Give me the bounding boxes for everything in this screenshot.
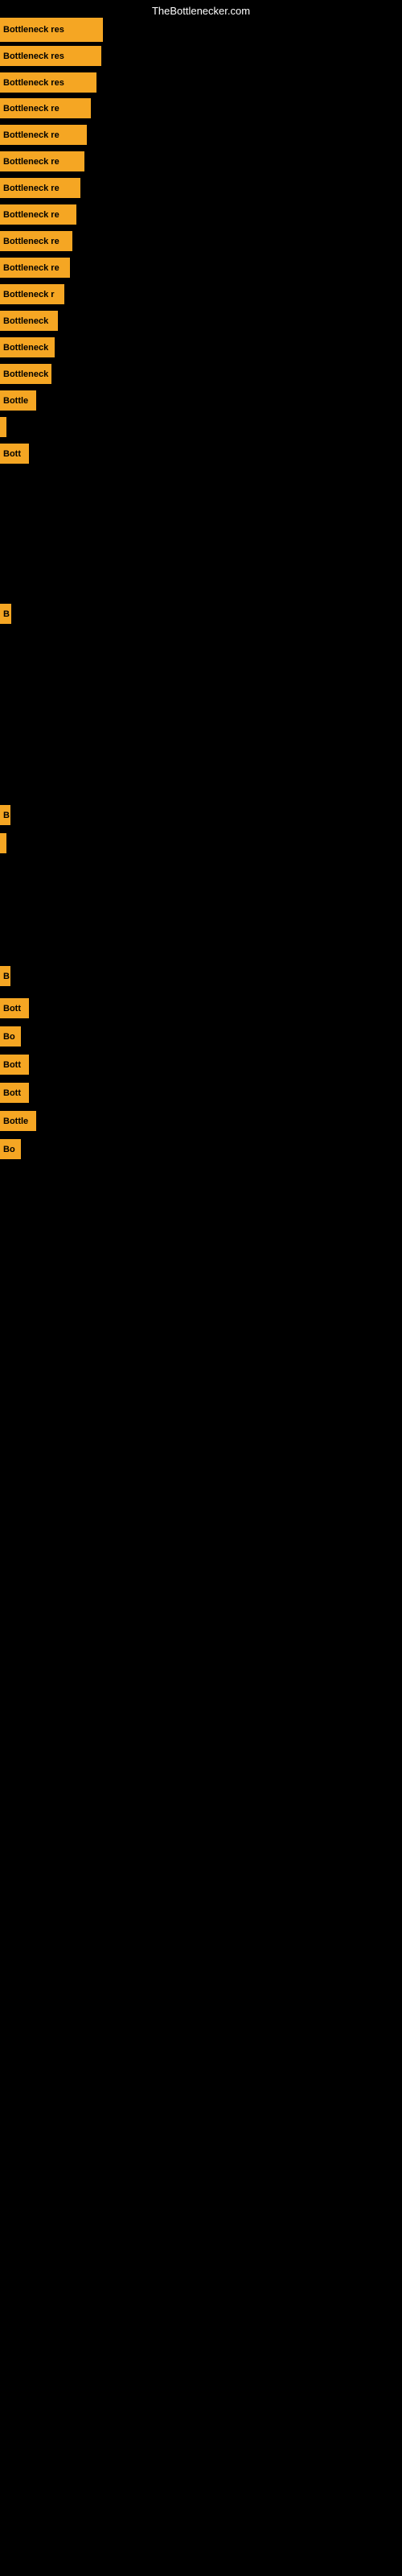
bar-item-1: Bottleneck res <box>0 18 103 42</box>
bar-item-10: Bottleneck re <box>0 258 70 278</box>
bar-item-8: Bottleneck re <box>0 204 76 225</box>
bar-item-15: Bottle <box>0 390 36 411</box>
bar-item-20 <box>0 833 6 853</box>
bar-item-3: Bottleneck res <box>0 72 96 93</box>
bar-item-4: Bottleneck re <box>0 98 91 118</box>
bar-item-11: Bottleneck r <box>0 284 64 304</box>
bar-item-19: B <box>0 805 10 825</box>
bar-item-9: Bottleneck re <box>0 231 72 251</box>
bar-item-17: Bott <box>0 444 29 464</box>
bar-item-6: Bottleneck re <box>0 151 84 171</box>
bar-item-22: Bott <box>0 998 29 1018</box>
bar-item-21: B <box>0 966 10 986</box>
bar-item-16 <box>0 417 6 437</box>
bar-item-18: B <box>0 604 11 624</box>
bar-item-14: Bottleneck <box>0 364 51 384</box>
bar-item-23: Bo <box>0 1026 21 1046</box>
bar-item-13: Bottleneck <box>0 337 55 357</box>
bar-item-26: Bottle <box>0 1111 36 1131</box>
bar-item-7: Bottleneck re <box>0 178 80 198</box>
bar-item-12: Bottleneck <box>0 311 58 331</box>
bar-item-25: Bott <box>0 1083 29 1103</box>
bar-item-27: Bo <box>0 1139 21 1159</box>
bar-item-5: Bottleneck re <box>0 125 87 145</box>
bar-item-2: Bottleneck res <box>0 46 101 66</box>
bar-item-24: Bott <box>0 1055 29 1075</box>
